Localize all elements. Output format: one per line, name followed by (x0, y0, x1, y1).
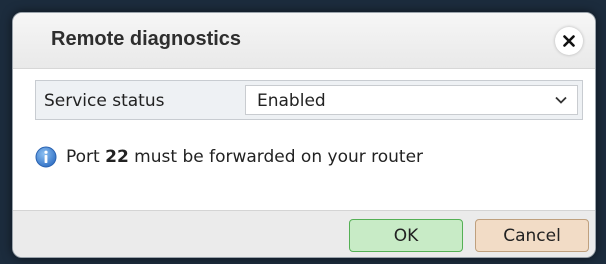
info-icon (35, 146, 57, 168)
service-status-value: Enabled (257, 91, 326, 111)
chevron-down-icon (555, 96, 567, 104)
cancel-button[interactable]: Cancel (475, 219, 589, 252)
service-status-row: Service status Enabled (35, 80, 583, 120)
dialog-title: Remote diagnostics (51, 28, 242, 50)
dialog-titlebar: Remote diagnostics (13, 13, 595, 69)
close-icon (563, 35, 575, 47)
ok-button[interactable]: OK (349, 219, 463, 252)
service-status-select[interactable]: Enabled (245, 85, 578, 115)
service-status-label: Service status (44, 91, 165, 111)
notice-text-end: must be forwarded on your router (128, 147, 424, 167)
port-forward-text: Port 22 must be forwarded on your router (66, 147, 423, 167)
port-number: 22 (105, 147, 129, 167)
port-forward-notice: Port 22 must be forwarded on your router (35, 145, 423, 169)
close-button[interactable] (555, 27, 583, 55)
dialog-footer: OK Cancel (13, 210, 595, 257)
notice-text-start: Port (66, 147, 106, 167)
remote-diagnostics-dialog: Remote diagnostics Service status Enable… (12, 12, 596, 258)
